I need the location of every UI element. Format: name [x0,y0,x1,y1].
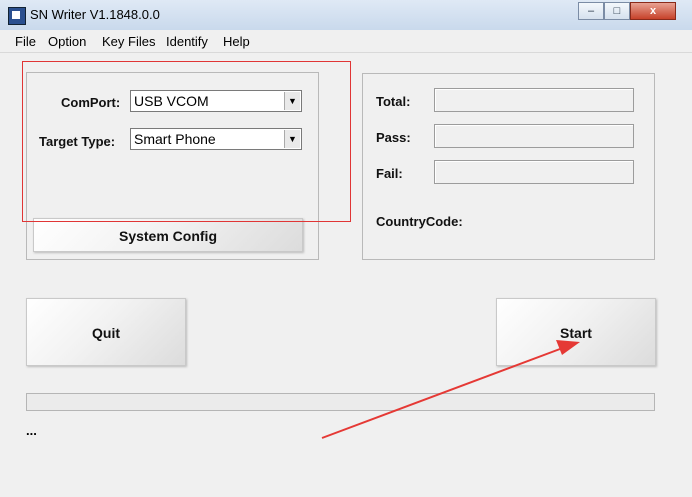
annotation-arrow-icon [321,340,580,439]
